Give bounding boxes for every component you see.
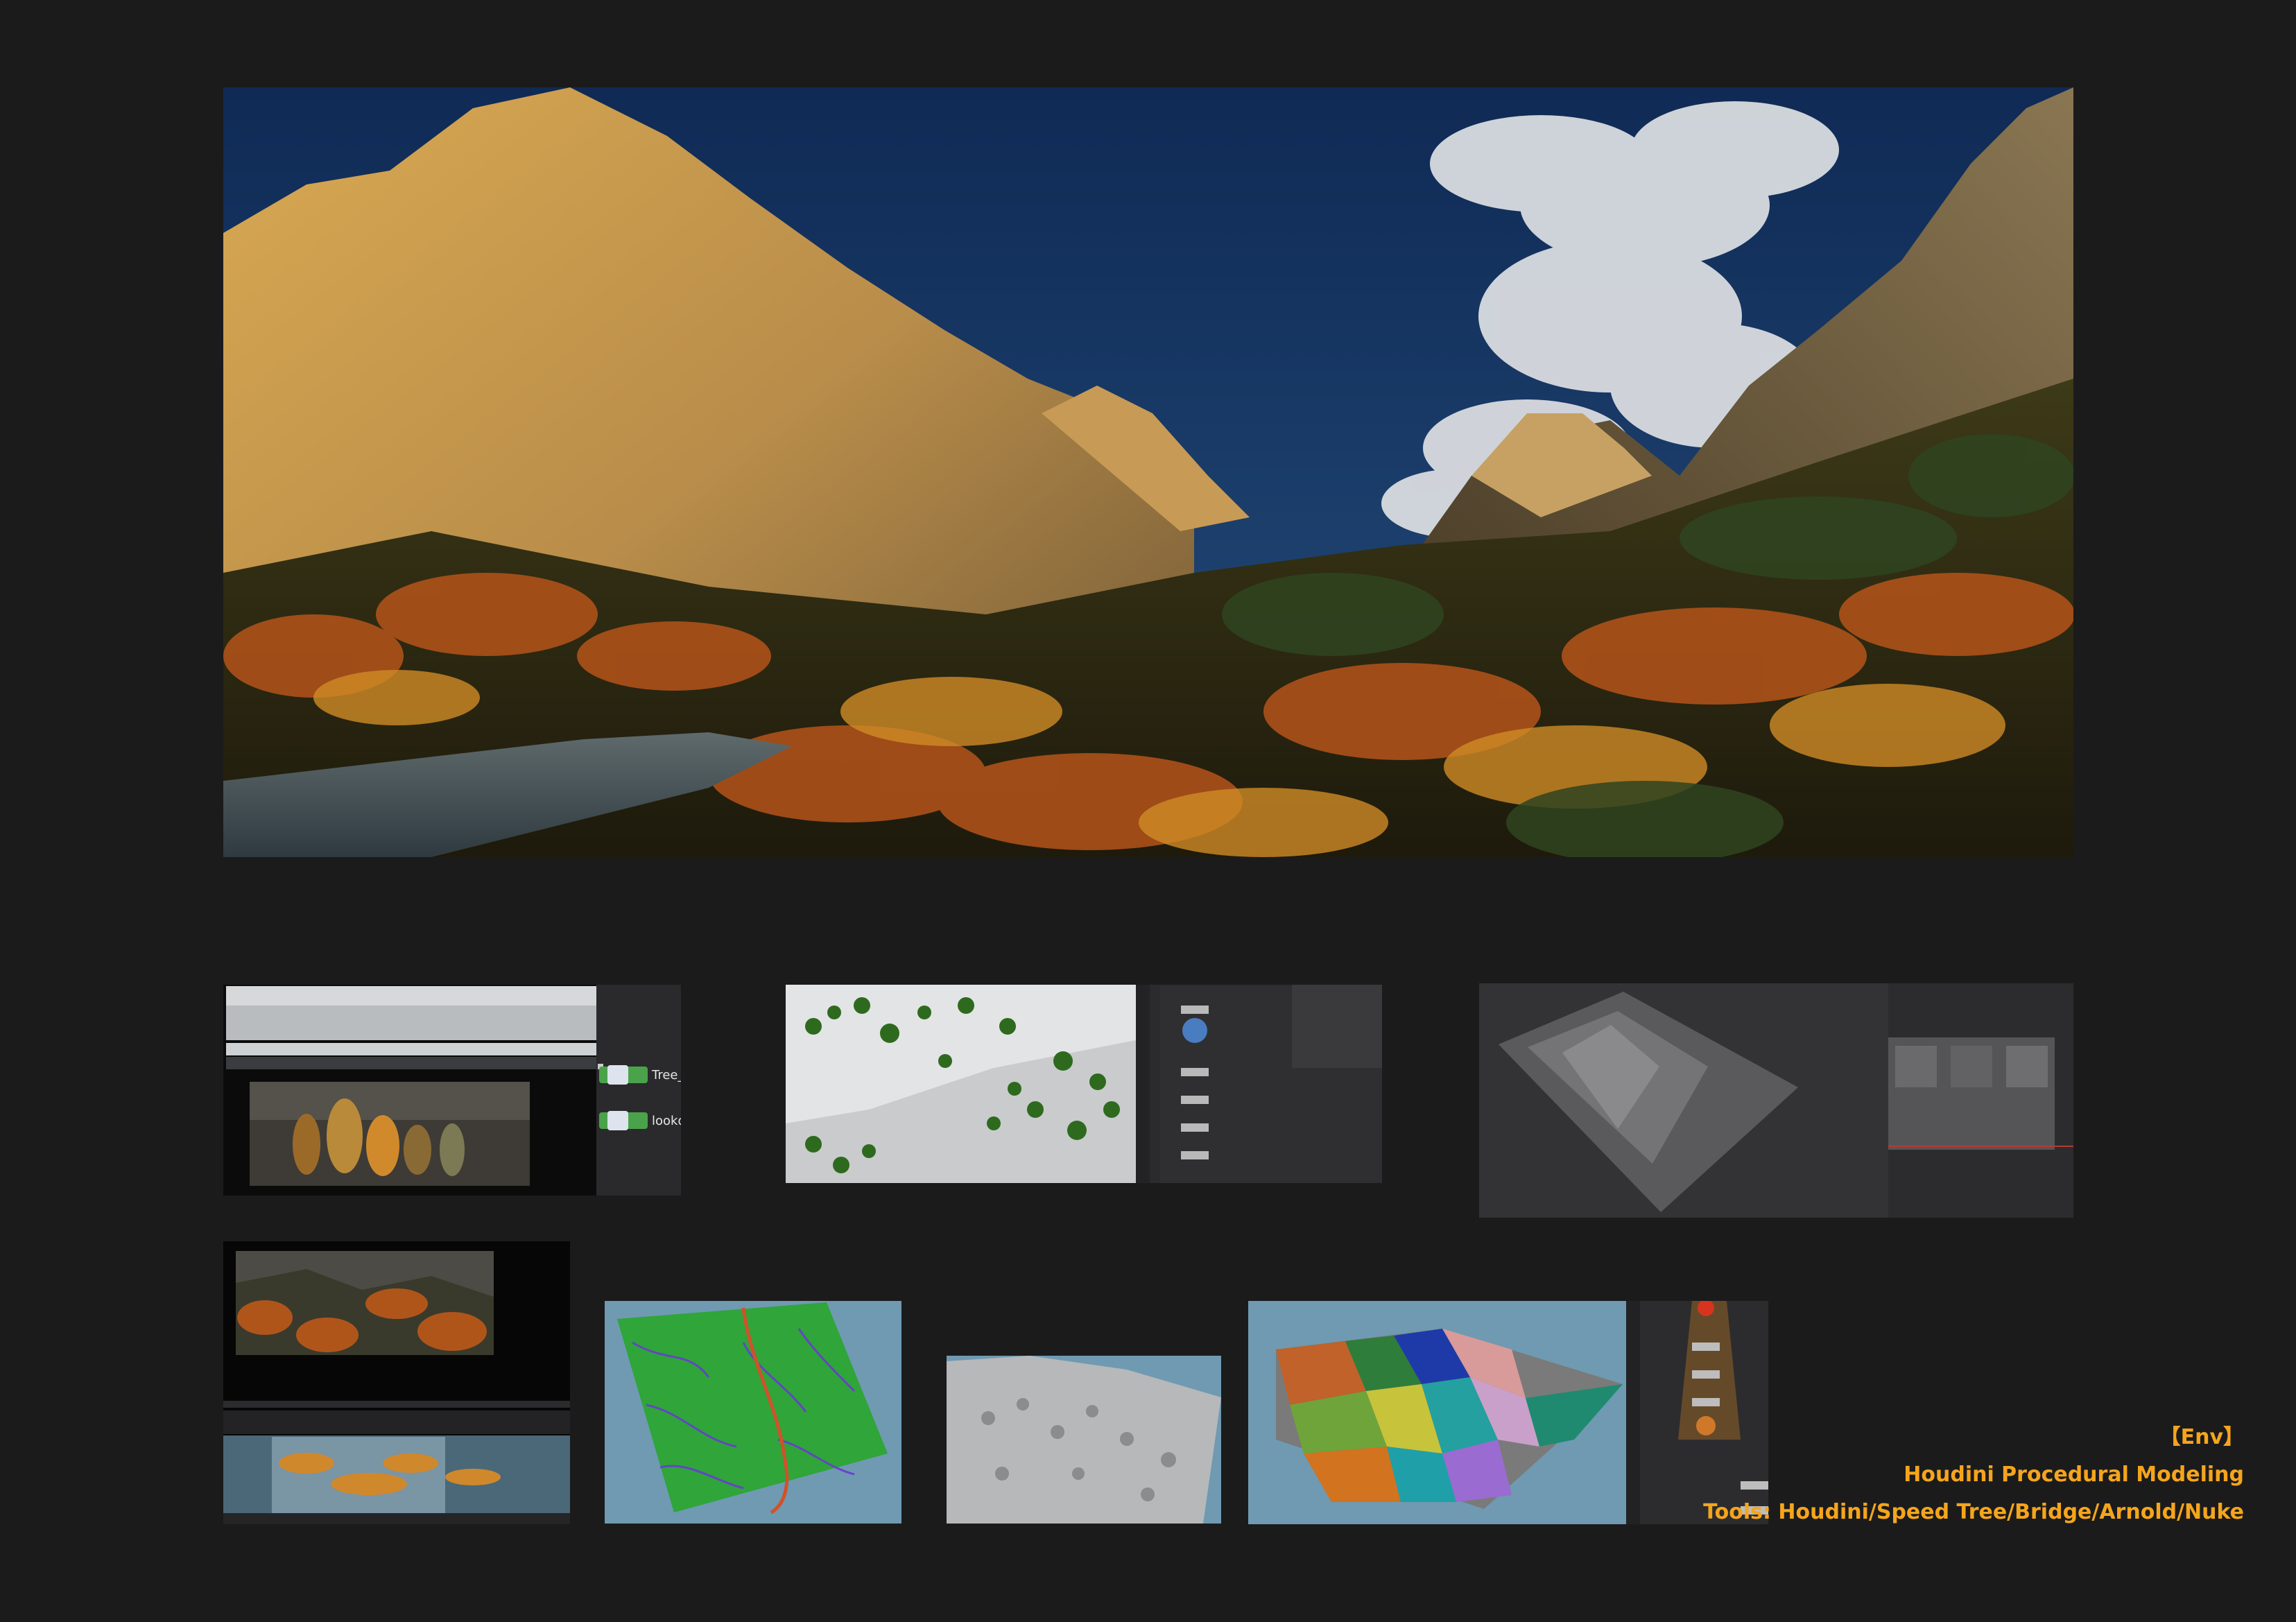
render-preview-thumbnail xyxy=(223,1241,570,1524)
hero-render-image xyxy=(223,87,2073,857)
gray-terrain-trees-thumbnail xyxy=(947,1356,1221,1524)
node-lookdev-label: lookd xyxy=(652,1114,681,1128)
caption-tag: 【Env】 xyxy=(2159,1425,2244,1449)
flow-map-terrain-thumbnail xyxy=(605,1301,901,1524)
node-tree: Tree_ xyxy=(598,1062,681,1087)
caption-tools: Tools: Houdini/Speed Tree/Bridge/Arnold/… xyxy=(1703,1500,2244,1524)
snow-forest-viewport-thumbnail xyxy=(786,985,1382,1183)
project-caption: 【Env】 Houdini Procedural Modeling Tools:… xyxy=(1703,1419,2244,1531)
node-tree-label: Tree_ xyxy=(652,1068,681,1082)
caption-title: Houdini Procedural Modeling xyxy=(1904,1463,2244,1487)
speedtree-tree-library-thumbnail: Tree_ lookd xyxy=(223,985,681,1196)
heightfield-terrain-thumbnail xyxy=(1479,983,2073,1218)
node-lookdev: lookd xyxy=(598,1108,681,1133)
terrain-masks-nodegraph-thumbnail xyxy=(1248,1301,1768,1524)
